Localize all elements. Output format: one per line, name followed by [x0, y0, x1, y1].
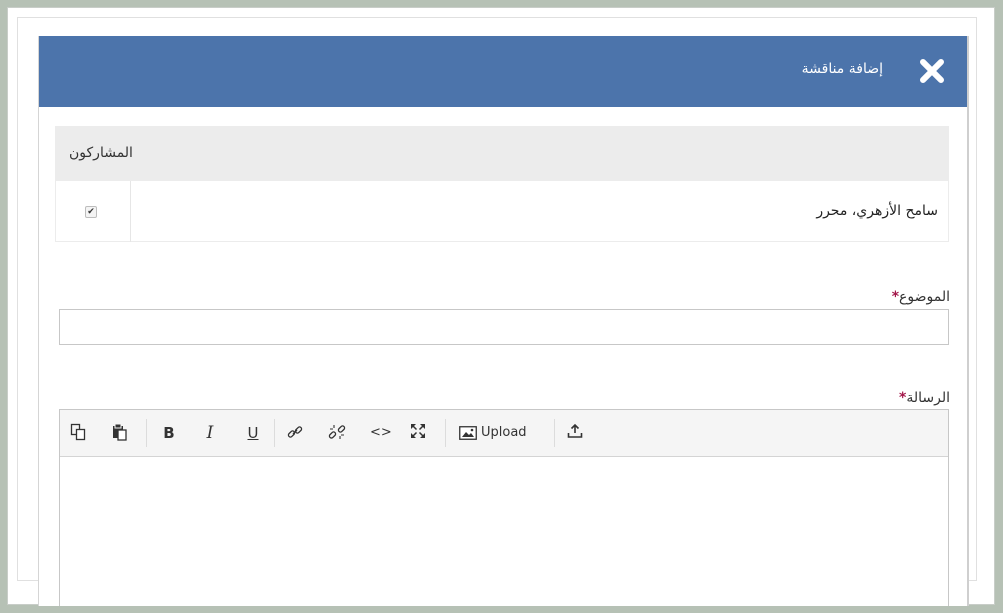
- add-discussion-dialog: إضافة مناقشة المشاركون ✔ سامح الأزهري، م…: [38, 36, 969, 606]
- editor-toolbar: B I U <> Upload: [60, 410, 948, 457]
- unlink-icon: [328, 425, 346, 439]
- table-row: ✔ سامح الأزهري، محرر: [56, 181, 948, 242]
- underline-button[interactable]: U: [244, 423, 262, 443]
- close-button[interactable]: [919, 58, 945, 84]
- fullscreen-button[interactable]: [410, 423, 428, 443]
- dialog-header: إضافة مناقشة: [39, 36, 967, 107]
- link-button[interactable]: [286, 423, 306, 443]
- link-icon: [287, 426, 303, 438]
- image-icon: [459, 426, 477, 440]
- upload-image-button[interactable]: Upload: [459, 423, 549, 443]
- column-divider: [130, 181, 131, 242]
- participant-name: سامح الأزهري، محرر: [816, 203, 938, 219]
- participant-checkbox[interactable]: ✔: [85, 206, 97, 218]
- toolbar-separator: [445, 419, 446, 447]
- message-editor: B I U <> Upload: [59, 409, 949, 606]
- bold-button[interactable]: B: [160, 423, 178, 443]
- participants-header: المشاركون: [56, 127, 948, 181]
- copy-icon: [70, 423, 86, 441]
- upload-file-button[interactable]: [567, 423, 585, 443]
- participants-header-label: المشاركون: [69, 145, 133, 161]
- upload-label: Upload: [481, 425, 527, 440]
- subject-label: الموضوع*: [892, 289, 950, 305]
- dialog-title: إضافة مناقشة: [801, 61, 883, 77]
- fullscreen-icon: [411, 424, 425, 438]
- paste-button[interactable]: [112, 423, 130, 443]
- message-label: الرسالة*: [899, 390, 950, 406]
- participants-table: المشاركون ✔ سامح الأزهري، محرر: [55, 126, 949, 242]
- message-label-text: الرسالة: [906, 390, 950, 406]
- underline-icon: U: [247, 424, 259, 442]
- paste-icon: [113, 423, 127, 441]
- italic-button[interactable]: I: [201, 423, 219, 443]
- upload-icon: [567, 423, 583, 438]
- bold-icon: B: [163, 424, 175, 442]
- code-button[interactable]: <>: [370, 423, 392, 443]
- subject-label-text: الموضوع: [899, 289, 950, 305]
- unlink-button[interactable]: [328, 423, 348, 443]
- italic-icon: I: [206, 423, 214, 443]
- toolbar-separator: [146, 419, 147, 447]
- close-icon: [920, 59, 944, 83]
- code-icon: <>: [370, 425, 392, 440]
- toolbar-separator: [274, 419, 275, 447]
- subject-input[interactable]: [59, 309, 949, 345]
- required-mark: *: [891, 289, 900, 305]
- copy-button[interactable]: [70, 423, 88, 443]
- toolbar-separator: [554, 419, 555, 447]
